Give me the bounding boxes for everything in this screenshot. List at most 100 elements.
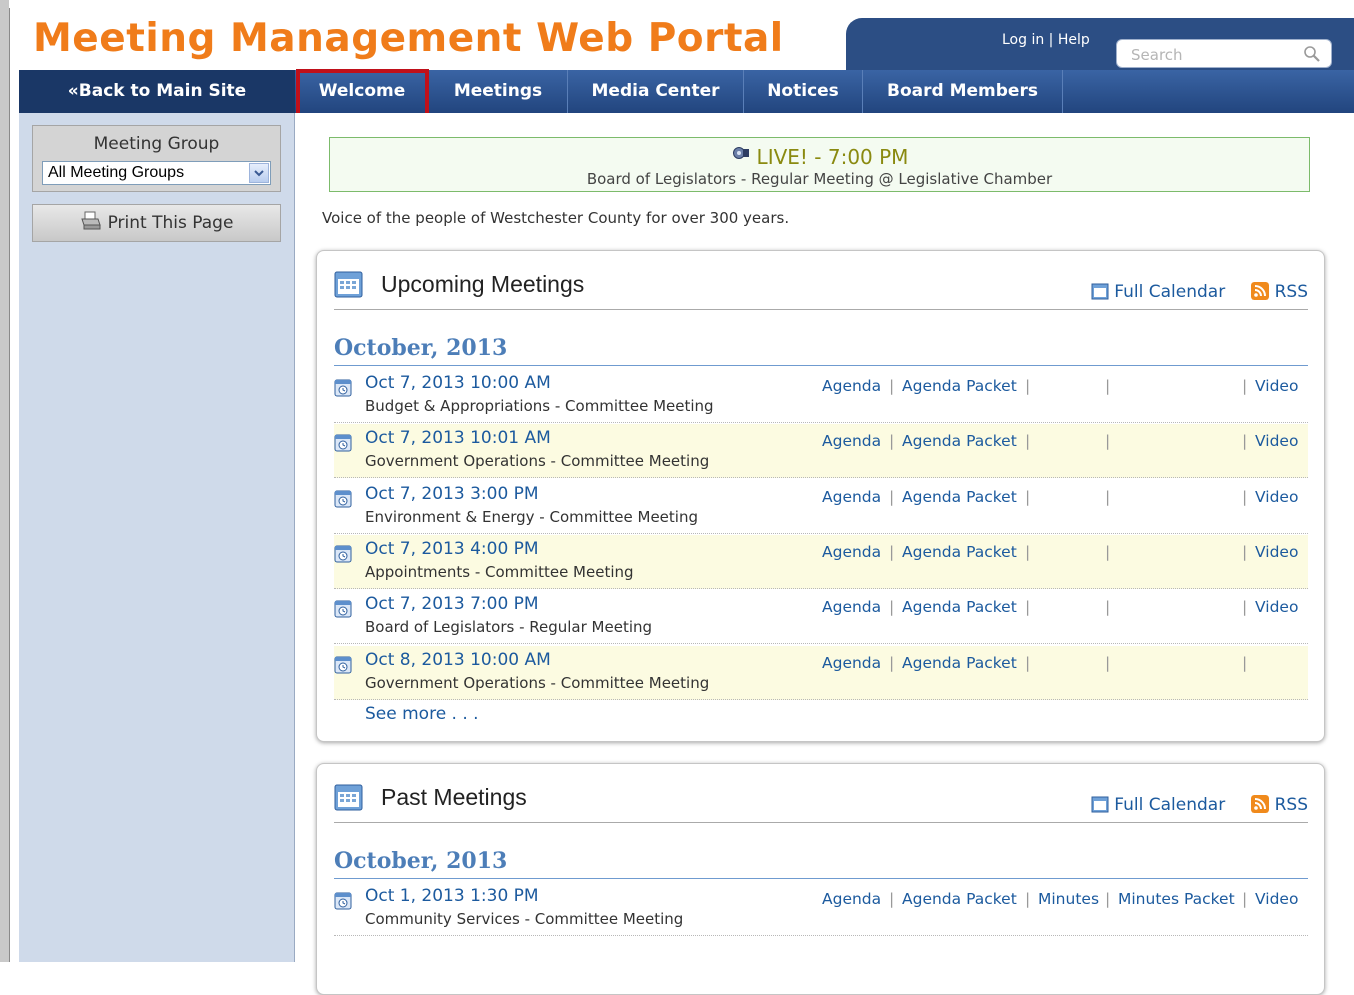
link-separator: | <box>1025 377 1031 395</box>
link-separator: | <box>1105 542 1111 561</box>
link-separator: | <box>1025 890 1031 908</box>
upcoming-rss-link[interactable]: RSS <box>1250 282 1308 302</box>
agenda-link[interactable]: Agenda <box>822 654 881 672</box>
tab-meetings[interactable]: Meetings <box>429 70 568 113</box>
chevron-down-icon[interactable] <box>249 163 269 183</box>
rss-label: RSS <box>1274 795 1308 815</box>
link-separator: | <box>1105 653 1111 672</box>
camera-icon <box>732 147 749 159</box>
past-meetings-panel: Past Meetings Full Calendar RSS October,… <box>316 763 1325 995</box>
agenda-link[interactable]: Agenda <box>822 377 881 395</box>
upcoming-full-calendar-link[interactable]: Full Calendar <box>1091 282 1225 302</box>
agenda-packet-link[interactable]: Agenda Packet <box>902 543 1017 561</box>
link-separator: | <box>1105 377 1111 395</box>
rss-icon <box>1250 282 1269 300</box>
link-separator: | <box>1025 487 1031 506</box>
link-separator: | <box>1025 432 1031 451</box>
live-banner[interactable]: LIVE! - 7:00 PM Board of Legislators - R… <box>329 137 1310 192</box>
search-icon[interactable] <box>1303 45 1321 63</box>
calendar-clock-icon <box>334 892 352 910</box>
back-to-main-site-link[interactable]: «Back to Main Site <box>19 70 295 113</box>
meeting-date-link[interactable]: Oct 7, 2013 3:00 PM <box>365 484 539 504</box>
meeting-date-link[interactable]: Oct 7, 2013 4:00 PM <box>365 539 539 559</box>
live-subtitle: Board of Legislators - Regular Meeting @… <box>586 170 1053 188</box>
video-link[interactable]: Video <box>1255 890 1298 908</box>
link-separator: | <box>1105 487 1111 506</box>
meeting-name: Appointments - Committee Meeting <box>365 562 634 581</box>
meeting-date-link[interactable]: Oct 7, 2013 10:01 AM <box>365 428 551 448</box>
calendar-icon <box>334 271 363 298</box>
link-separator: | <box>1242 377 1248 395</box>
meeting-date-link[interactable]: Oct 8, 2013 10:00 AM <box>365 650 551 670</box>
past-rss-link[interactable]: RSS <box>1250 795 1308 815</box>
rss-icon <box>1250 795 1269 813</box>
link-separator: | <box>1025 653 1031 672</box>
agenda-link[interactable]: Agenda <box>822 598 881 616</box>
meeting-date-link[interactable]: Oct 7, 2013 10:00 AM <box>365 373 551 393</box>
link-separator: | <box>889 653 895 672</box>
upcoming-meetings-panel: Upcoming Meetings Full Calendar RSS Octo… <box>316 250 1325 742</box>
past-meetings-title: Past Meetings <box>381 784 527 810</box>
link-separator: | <box>889 487 895 506</box>
table-row: Oct 7, 2013 10:00 AM Budget & Appropriati… <box>334 369 1308 423</box>
video-link[interactable]: Video <box>1255 598 1298 616</box>
meeting-name: Government Operations - Committee Meetin… <box>365 673 710 692</box>
table-row: Oct 7, 2013 7:00 PM Board of Legislators … <box>334 590 1308 645</box>
printer-icon <box>80 211 101 230</box>
agenda-packet-link[interactable]: Agenda Packet <box>902 377 1017 395</box>
calendar-icon <box>334 784 363 811</box>
meeting-name: Budget & Appropriations - Committee Meet… <box>365 397 714 415</box>
agenda-packet-link[interactable]: Agenda Packet <box>902 654 1017 672</box>
link-separator: | <box>1242 432 1248 451</box>
link-separator: | <box>1105 432 1111 451</box>
agenda-packet-link[interactable]: Agenda Packet <box>902 488 1017 506</box>
utility-separator: | <box>1048 32 1058 48</box>
meeting-group-select[interactable]: All Meeting Groups <box>42 161 271 185</box>
past-full-calendar-link[interactable]: Full Calendar <box>1091 795 1225 815</box>
minutes-link[interactable]: Minutes <box>1038 890 1099 908</box>
calendar-icon <box>1091 796 1109 813</box>
search-box <box>1116 39 1332 68</box>
minutes-packet-link[interactable]: Minutes Packet <box>1118 890 1235 908</box>
print-page-label: Print This Page <box>107 213 234 233</box>
print-page-button[interactable]: Print This Page <box>32 204 281 242</box>
agenda-packet-link[interactable]: Agenda Packet <box>902 890 1017 908</box>
video-link[interactable]: Video <box>1255 543 1298 561</box>
video-link[interactable]: Video <box>1255 488 1298 506</box>
agenda-packet-link[interactable]: Agenda Packet <box>902 432 1017 450</box>
main-navbar: «Back to Main Site Welcome Meetings Medi… <box>19 69 1354 118</box>
agenda-link[interactable]: Agenda <box>822 432 881 450</box>
video-link[interactable]: Video <box>1255 377 1298 395</box>
utility-panel: Log in | Help <box>846 18 1354 70</box>
past-panel-header: Past Meetings Full Calendar RSS <box>334 782 1308 823</box>
tab-welcome[interactable]: Welcome <box>296 70 429 113</box>
table-row: Oct 7, 2013 3:00 PM Environment & Energy … <box>334 480 1308 534</box>
meeting-name: Government Operations - Committee Meetin… <box>365 452 710 471</box>
agenda-link[interactable]: Agenda <box>822 890 881 908</box>
tab-board-members[interactable]: Board Members <box>863 70 1063 113</box>
link-separator: | <box>1242 542 1248 561</box>
login-link[interactable]: Log in <box>1002 32 1044 48</box>
search-input[interactable] <box>1129 45 1293 65</box>
help-link[interactable]: Help <box>1058 32 1090 48</box>
utility-links: Log in | Help <box>1002 32 1090 48</box>
tab-media-center[interactable]: Media Center <box>568 70 744 113</box>
rss-label: RSS <box>1274 282 1308 302</box>
window-frame-left <box>0 0 10 962</box>
see-more-link[interactable]: See more . . . <box>365 704 479 724</box>
meeting-date-link[interactable]: Oct 1, 2013 1:30 PM <box>365 886 539 906</box>
agenda-packet-link[interactable]: Agenda Packet <box>902 598 1017 616</box>
meeting-date-link[interactable]: Oct 7, 2013 7:00 PM <box>365 594 539 614</box>
agenda-link[interactable]: Agenda <box>822 543 881 561</box>
full-calendar-label: Full Calendar <box>1114 282 1226 302</box>
calendar-clock-icon <box>334 545 352 563</box>
link-separator: | <box>1242 890 1248 908</box>
link-separator: | <box>889 377 895 395</box>
header: Meeting Management Web Portal Log in | H… <box>19 10 1354 70</box>
upcoming-meetings-title: Upcoming Meetings <box>381 271 585 297</box>
video-link[interactable]: Video <box>1255 432 1298 450</box>
agenda-link[interactable]: Agenda <box>822 488 881 506</box>
tab-notices[interactable]: Notices <box>744 70 863 113</box>
table-row: Oct 8, 2013 10:00 AM Government Operation… <box>334 645 1308 700</box>
link-separator: | <box>1242 653 1248 672</box>
